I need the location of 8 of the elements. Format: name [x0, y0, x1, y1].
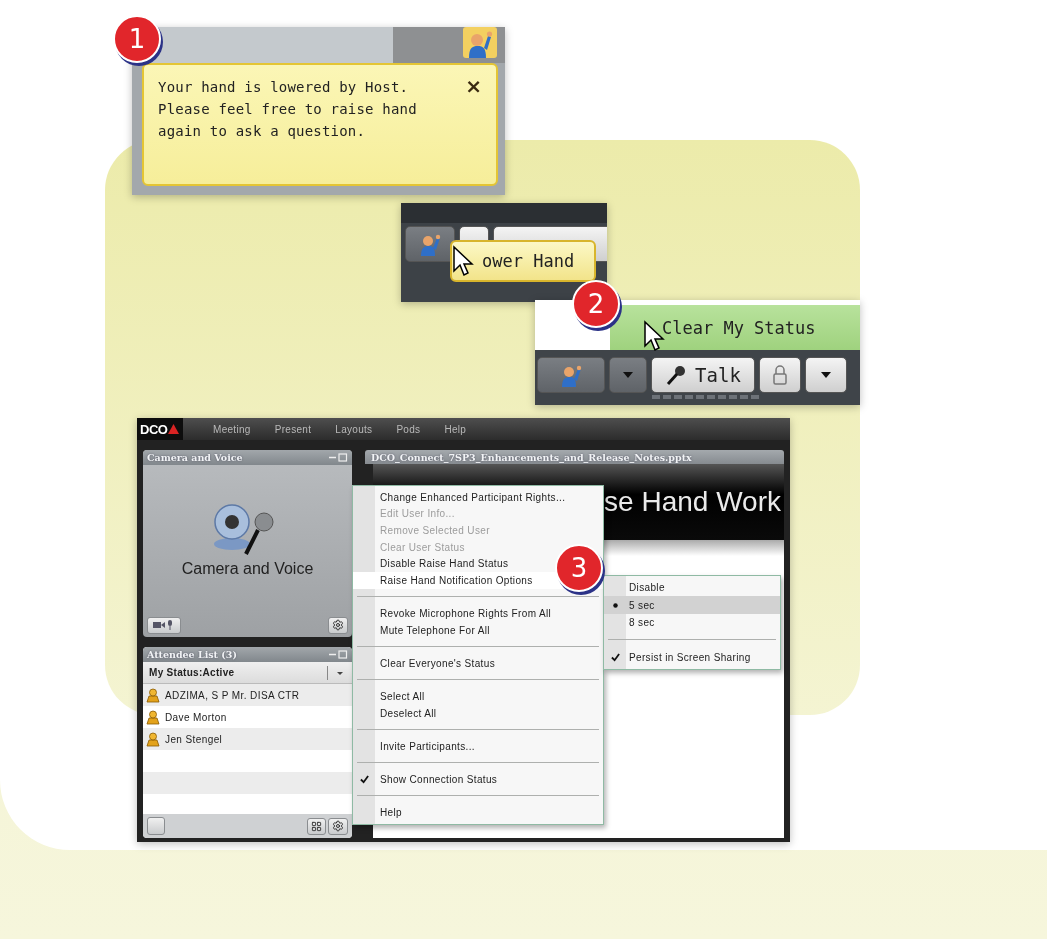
- logo: DCO: [137, 418, 183, 440]
- pod-title: Attendee List (3): [147, 649, 237, 660]
- tooltip: ower Hand: [450, 240, 596, 282]
- notification-message: Your hand is lowered by Host. Please feel free to raise hand again to ask a question.: [158, 78, 418, 141]
- pod-title: DCO_Connect_7SP3_Enhancements_and_Release_Notes.pptx: [371, 451, 692, 463]
- pod-title: Camera and Voice: [147, 452, 243, 463]
- slide-title: se Hand Work: [604, 486, 781, 518]
- pod-label: Camera and Voice: [181, 560, 314, 578]
